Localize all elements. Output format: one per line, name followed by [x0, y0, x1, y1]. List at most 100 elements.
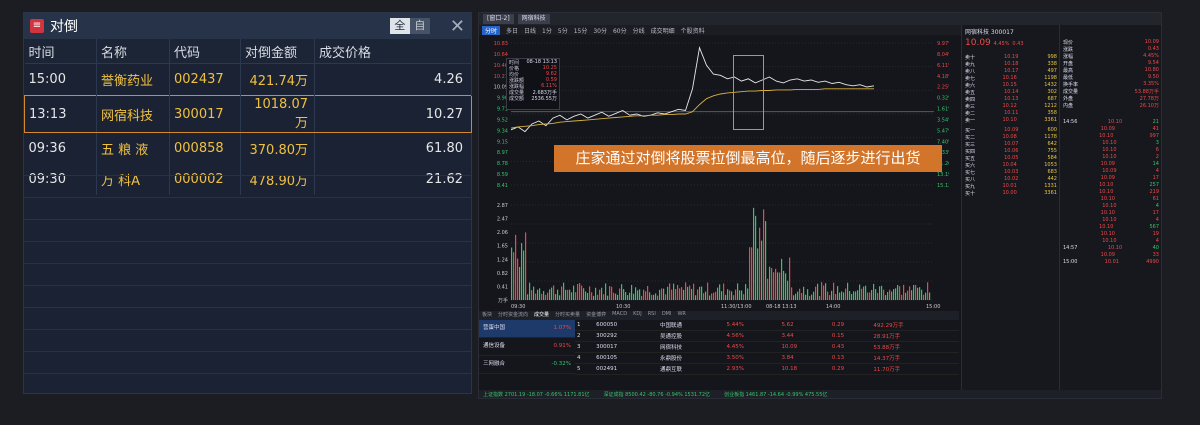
col-header-price[interactable]: 成交价格: [314, 39, 472, 64]
volume-bar: [755, 215, 757, 300]
table-row[interactable]: 09:36 五 粮 液 000858 370.80万 61.80: [24, 132, 472, 164]
volume-bar: [555, 294, 557, 300]
period-tab[interactable]: 30分: [593, 26, 607, 35]
tick-price: 10.10: [1099, 224, 1114, 230]
volume-bar: [813, 291, 815, 300]
col-header-code[interactable]: 代码: [169, 39, 241, 64]
level-price: 10.09: [1004, 127, 1019, 133]
volume-bar: [513, 252, 515, 300]
volume-bar: [521, 243, 523, 300]
tick-row: 14:56 10.10 21: [1060, 119, 1161, 126]
window-tab[interactable]: [窗口-2]: [483, 14, 514, 24]
stock-row[interactable]: 5 002491 通鼎互联 2.93% 10.18 0.29 11.70万手: [575, 363, 959, 375]
level-label: 卖五: [965, 90, 976, 96]
stock-cell-pct: 4.45%: [724, 341, 780, 353]
close-icon[interactable]: ✕: [450, 16, 465, 37]
stock-cell-price: 10.18: [779, 363, 830, 375]
period-tab[interactable]: 15分: [574, 26, 588, 35]
volume-bar: [839, 292, 841, 300]
sector-pct: -0.32%: [551, 361, 571, 367]
toggle-self-button[interactable]: 自: [409, 18, 430, 34]
indicator-tab[interactable]: WR: [677, 311, 685, 320]
period-tab[interactable]: 分时: [482, 25, 501, 35]
volume-bar: [627, 295, 629, 300]
volume-bar: [857, 290, 859, 300]
tick-row: 10.10 2: [1060, 154, 1161, 161]
period-tab[interactable]: 60分: [613, 26, 627, 35]
indicator-tab[interactable]: 分时资金流向: [498, 311, 528, 320]
period-tab[interactable]: 1分: [542, 26, 552, 35]
volume-bar: [909, 286, 911, 300]
volume-bar: [567, 289, 569, 300]
pct-tick-label: 15.12%: [937, 183, 949, 189]
tick-volume: 17: [1152, 210, 1159, 216]
indicator-tab[interactable]: MACD: [612, 311, 627, 320]
cell-code: 000858: [169, 132, 241, 164]
order-level: 买十 10.00 3361: [962, 190, 1060, 197]
indicator-tab[interactable]: KDJ: [633, 311, 642, 320]
indicator-tab[interactable]: RSI: [648, 311, 656, 320]
quote-field: 涨跌 0.43: [1060, 46, 1161, 53]
col-header-name[interactable]: 名称: [96, 39, 170, 64]
cursor-info-box: 时间 08-18 13:13 价格 10.25 均价 9.62 涨跌额 0.59 涨跌幅 6.11…: [506, 58, 560, 110]
tick-row: 10.09 4: [1060, 168, 1161, 175]
volume-bar: [801, 292, 803, 300]
stock-row[interactable]: 1 600050 中国联通 5.44% 5.62 0.29 492.29万手: [575, 320, 959, 331]
period-tab[interactable]: 成交明细: [651, 26, 675, 35]
period-tab[interactable]: 5分: [558, 26, 568, 35]
panel-title: 对倒: [50, 19, 78, 35]
volume-bar: [577, 283, 579, 300]
indicator-tab[interactable]: 资金博弈: [586, 311, 606, 320]
volume-bar: [523, 250, 525, 300]
period-tab[interactable]: 多日: [506, 26, 518, 35]
volume-bar: [905, 292, 907, 300]
indicator-tabs: 板块 分时资金流向 成交量 分时买卖量 资金博弈 MACD KDJ RSI DMI WR: [479, 311, 959, 320]
indicator-tab[interactable]: 板块: [482, 311, 492, 320]
stock-row[interactable]: 4 600105 永鼎股份 3.50% 3.84 0.13 14.37万手: [575, 352, 959, 364]
volume-bar: [793, 295, 795, 300]
order-level: 买七 10.03 683: [962, 169, 1060, 176]
volume-bar: [535, 293, 537, 300]
period-tab[interactable]: 日线: [524, 26, 536, 35]
quote-panel: 现价 10.09 涨跌 0.43 涨幅 4.45% 开盘 9.54 最高 10.80 最低 9.50 换…: [1059, 25, 1161, 395]
indicator-tab[interactable]: 成交量: [534, 311, 549, 320]
stock-row[interactable]: 2 300292 吴通控股 4.56% 3.44 0.15 28.91万手: [575, 330, 959, 342]
volume-bar: [929, 292, 931, 300]
period-tab[interactable]: 分线: [633, 26, 645, 35]
volume-bar: [735, 289, 737, 300]
volume-bar: [831, 290, 833, 300]
stock-cell-pct: 3.50%: [724, 352, 780, 364]
volume-bar: [725, 294, 727, 300]
ask-levels: 卖十 10.19 998 卖九 10.18 338 卖八 10.17 497 卖七 10.16 119…: [962, 54, 1060, 124]
indicator-tab[interactable]: DMI: [662, 311, 672, 320]
volume-bar: [551, 287, 553, 300]
indicator-tab[interactable]: 分时买卖量: [555, 311, 580, 320]
volume-bar: [867, 292, 869, 300]
level-volume: 1432: [1044, 82, 1057, 88]
stock-cell-idx: 5: [575, 363, 595, 375]
sector-item[interactable]: 三网融合 -0.32%: [479, 356, 575, 374]
pct-tick-label: 1.61%: [937, 107, 949, 113]
volume-bar: [575, 292, 577, 300]
level-label: 买九: [965, 184, 976, 190]
table-row[interactable]: 15:00 誉衡药业 002437 421.74万 4.26: [24, 63, 472, 96]
volume-bar: [603, 294, 605, 300]
period-tab[interactable]: 个股资料: [681, 26, 705, 35]
volume-bar: [587, 292, 589, 300]
volume-bar: [571, 292, 573, 300]
window-tab-stock[interactable]: 网宿科技: [517, 14, 550, 24]
quote-label: 现价: [1063, 40, 1074, 46]
sector-item[interactable]: 营蛋中国 1.07%: [479, 320, 575, 338]
stock-row[interactable]: 3 300017 网宿科技 4.45% 10.09 0.43 53.88万手: [575, 341, 959, 353]
volume-bar: [511, 247, 513, 300]
sector-item[interactable]: 通信设备 0.91%: [479, 338, 575, 356]
level-label: 卖六: [965, 83, 976, 89]
toggle-all-button[interactable]: 全: [389, 18, 410, 34]
volume-bar: [855, 291, 857, 300]
col-header-amount[interactable]: 对倒金额: [240, 39, 315, 64]
tick-price: 10.10: [1100, 210, 1115, 216]
col-header-time[interactable]: 时间: [24, 39, 97, 64]
level-volume: 683: [1047, 169, 1057, 175]
level-volume: 358: [1047, 110, 1057, 116]
table-row[interactable]: 13:13 网宿科技 300017 1018.07万 10.27: [24, 95, 472, 133]
